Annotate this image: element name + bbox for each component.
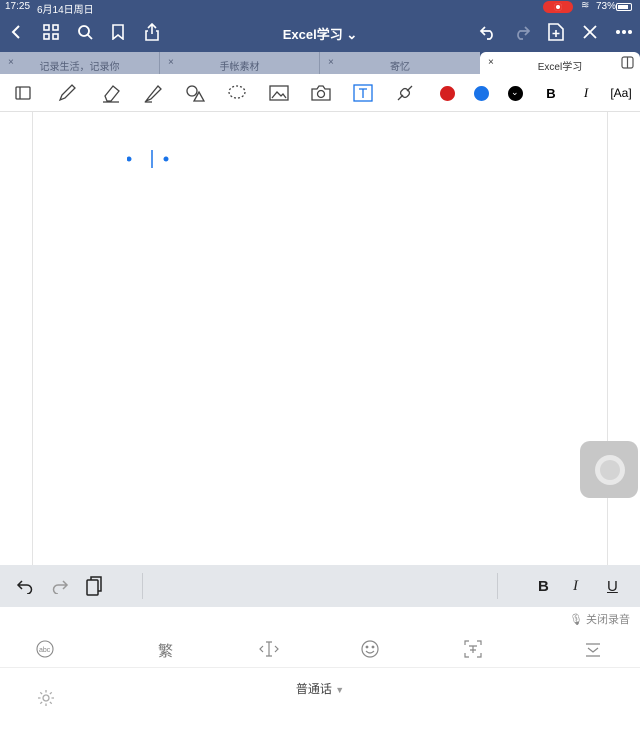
split-view-icon[interactable]	[621, 56, 634, 72]
emoji-icon[interactable]	[361, 640, 379, 662]
bold-button[interactable]: B	[540, 82, 562, 104]
cursor-move-icon[interactable]	[259, 640, 279, 662]
bold-button[interactable]: B	[538, 575, 549, 597]
voice-off-button[interactable]: 🎙 关闭录音	[569, 611, 630, 627]
add-page-icon[interactable]	[544, 20, 568, 44]
input-language-selector[interactable]: 普通话 ▼	[0, 680, 640, 697]
status-time: 17:25	[5, 1, 31, 12]
microphone-icon: 🎙	[568, 614, 583, 626]
drawing-toolbar: ⌄ B I [Aa]	[0, 74, 640, 112]
keyboard-panel	[0, 607, 640, 742]
tab-excel-study[interactable]: × Excel学习	[480, 52, 640, 74]
text-box[interactable]	[126, 144, 169, 174]
redo-icon[interactable]	[510, 20, 534, 44]
chevron-down-icon[interactable]: ⌄	[343, 27, 357, 42]
pen-icon[interactable]	[56, 82, 78, 104]
svg-text:abc: abc	[39, 647, 51, 654]
text-style-button[interactable]: [Aa]	[606, 82, 636, 104]
color-black-swatch[interactable]: ⌄	[508, 86, 523, 101]
status-bar: 17:25 6月14日周日 ≋ 73%	[0, 0, 640, 16]
tab-record-life[interactable]: × 记录生活，记录你	[0, 52, 160, 74]
hide-keyboard-icon[interactable]	[585, 640, 601, 662]
close-icon[interactable]	[578, 20, 602, 44]
undo-icon[interactable]	[16, 575, 34, 597]
handwriting-mode-icon[interactable]: abc	[36, 640, 54, 662]
chevron-down-icon: ⌄	[511, 87, 519, 97]
color-red-swatch[interactable]	[440, 86, 455, 101]
wifi-icon: ≋	[581, 0, 590, 11]
paste-icon[interactable]	[85, 575, 103, 597]
document-tabs: × 记录生活，记录你 × 手帐素材 × 寄忆 × Excel学习	[0, 50, 640, 74]
color-blue-swatch[interactable]	[474, 86, 489, 101]
divider	[497, 573, 498, 599]
page-layout-icon[interactable]	[12, 82, 34, 104]
more-icon[interactable]	[612, 20, 636, 44]
shapes-icon[interactable]	[184, 82, 206, 104]
italic-button[interactable]: I	[575, 82, 597, 104]
voice-off-label: 关闭录音	[586, 614, 630, 626]
language-label: 普通话	[295, 682, 332, 696]
tab-label: Excel学习	[537, 62, 583, 73]
tab-memory[interactable]: × 寄忆	[320, 52, 480, 74]
link-icon[interactable]	[394, 82, 416, 104]
underline-button[interactable]: U	[607, 575, 618, 597]
italic-button[interactable]: I	[573, 575, 578, 597]
keyboard-toolbar: B I U	[0, 565, 640, 607]
traditional-chinese-button[interactable]: 繁	[158, 640, 173, 661]
screen-record-icon	[543, 1, 573, 13]
scan-text-icon[interactable]	[464, 640, 482, 662]
top-nav: Excel学习 ⌄	[0, 14, 640, 50]
tab-label: 记录生活，记录你	[39, 62, 120, 73]
image-icon[interactable]	[268, 82, 290, 104]
highlighter-icon[interactable]	[142, 82, 164, 104]
eraser-icon[interactable]	[100, 82, 122, 104]
tab-label: 手帐素材	[219, 62, 260, 73]
page-margin-right	[607, 112, 608, 567]
page-margin-left	[32, 112, 33, 567]
document-title[interactable]: Excel学习	[283, 27, 343, 42]
note-canvas[interactable]	[0, 112, 640, 567]
caret-down-icon: ▼	[335, 685, 345, 695]
battery-percent: 73%	[596, 1, 617, 12]
tab-journal-materials[interactable]: × 手帐素材	[160, 52, 320, 74]
keyboard-function-row: abc 繁	[0, 630, 640, 668]
undo-icon[interactable]	[476, 20, 500, 44]
divider	[142, 573, 143, 599]
gear-icon[interactable]	[37, 689, 55, 712]
tab-label: 寄忆	[390, 62, 410, 73]
battery-icon	[616, 3, 632, 11]
assistive-touch-button[interactable]	[580, 441, 638, 498]
camera-icon[interactable]	[310, 82, 332, 104]
redo-icon[interactable]	[51, 575, 69, 597]
text-tool-icon[interactable]	[352, 82, 374, 104]
lasso-icon[interactable]	[226, 82, 248, 104]
